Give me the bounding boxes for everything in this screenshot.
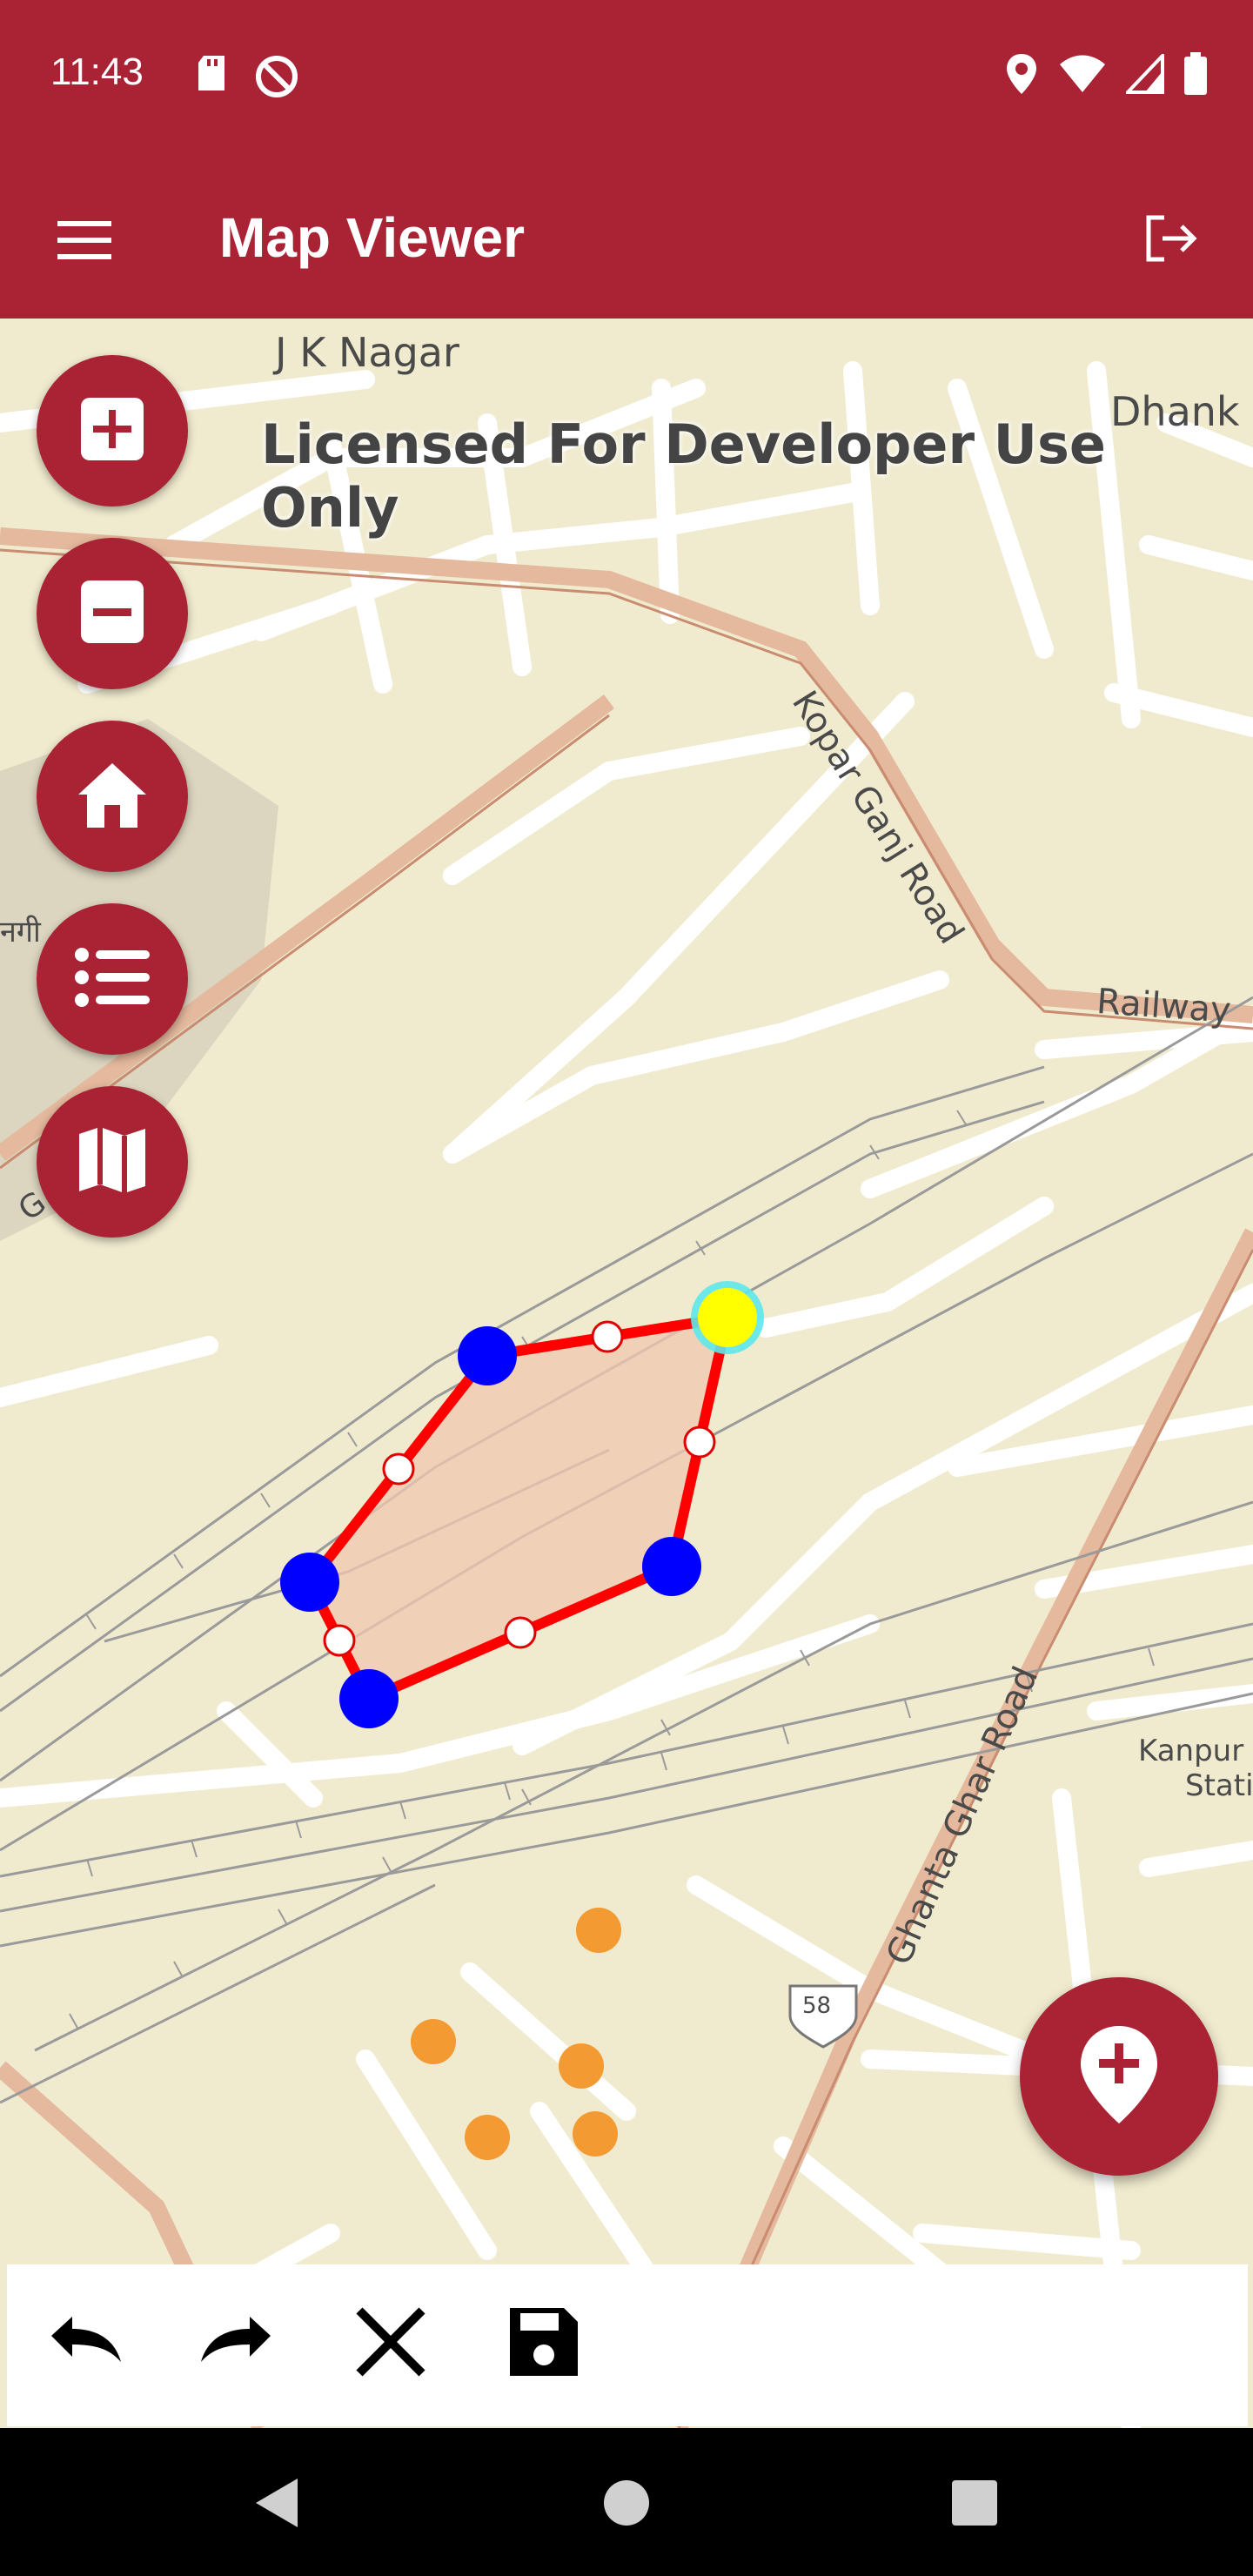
save-icon bbox=[506, 2304, 581, 2384]
recents-icon[interactable] bbox=[938, 2466, 1011, 2539]
midpoint-handle[interactable] bbox=[382, 1452, 415, 1486]
minus-square-icon bbox=[77, 577, 147, 651]
layer-list-button[interactable] bbox=[37, 903, 188, 1055]
map-label-kanpur: Kanpur bbox=[1138, 1734, 1244, 1768]
midpoint-handle[interactable] bbox=[683, 1426, 716, 1459]
undo-icon bbox=[43, 2311, 126, 2377]
wifi-icon bbox=[1058, 54, 1107, 98]
page-title: Map Viewer bbox=[219, 206, 525, 269]
map-view[interactable]: J K Nagar Dhank Kopar Ganj Road Railway … bbox=[0, 319, 1253, 2428]
vertex-handle[interactable] bbox=[280, 1553, 339, 1612]
map-label-left-hindi: नगी bbox=[0, 915, 41, 949]
home-icon bbox=[75, 760, 150, 834]
hamburger-menu-icon[interactable] bbox=[42, 198, 125, 282]
undo-button[interactable] bbox=[37, 2296, 132, 2392]
point-feature[interactable] bbox=[465, 2115, 510, 2160]
sd-card-icon bbox=[195, 54, 230, 104]
vertex-handle[interactable] bbox=[642, 1537, 701, 1596]
midpoint-handle[interactable] bbox=[591, 1320, 624, 1353]
point-feature[interactable] bbox=[411, 2019, 456, 2064]
add-location-icon bbox=[1075, 2023, 1163, 2131]
redo-icon bbox=[196, 2311, 279, 2377]
close-icon bbox=[354, 2305, 427, 2383]
point-feature[interactable] bbox=[576, 1908, 621, 1953]
status-bar: 11:43 bbox=[0, 0, 1253, 148]
basemap-button[interactable] bbox=[37, 1086, 188, 1238]
add-location-button[interactable] bbox=[1020, 1977, 1218, 2176]
map-label-jk-nagar: J K Nagar bbox=[275, 329, 459, 376]
location-icon bbox=[1004, 52, 1039, 100]
midpoint-handle[interactable] bbox=[504, 1616, 537, 1649]
redo-button[interactable] bbox=[190, 2296, 285, 2392]
list-icon bbox=[73, 943, 151, 1016]
home-circle-icon[interactable] bbox=[590, 2466, 663, 2539]
zoom-in-button[interactable] bbox=[37, 355, 188, 506]
battery-icon bbox=[1183, 52, 1208, 100]
map-label-station: Stati bbox=[1185, 1768, 1253, 1803]
app-bar: Map Viewer bbox=[0, 148, 1253, 319]
status-time: 11:43 bbox=[50, 50, 144, 93]
point-features[interactable] bbox=[411, 1908, 621, 2160]
system-nav-bar bbox=[0, 2428, 1253, 2576]
selected-vertex[interactable] bbox=[698, 1288, 757, 1347]
point-feature[interactable] bbox=[573, 2111, 618, 2157]
do-not-disturb-icon bbox=[254, 54, 299, 104]
save-button[interactable] bbox=[496, 2296, 592, 2392]
route-shield-label: 58 bbox=[802, 1993, 832, 2019]
midpoint-handle[interactable] bbox=[323, 1624, 356, 1657]
point-feature[interactable] bbox=[559, 2043, 604, 2089]
back-icon[interactable] bbox=[240, 2466, 313, 2539]
map-icon bbox=[76, 1124, 149, 1201]
plus-square-icon bbox=[77, 394, 147, 468]
home-button[interactable] bbox=[37, 721, 188, 872]
license-watermark: Licensed For Developer Use Only bbox=[261, 413, 1106, 540]
sketch-toolbar bbox=[7, 2264, 1248, 2426]
zoom-out-button[interactable] bbox=[37, 538, 188, 689]
vertex-handle[interactable] bbox=[339, 1669, 399, 1728]
cell-signal-icon bbox=[1123, 51, 1164, 98]
discard-button[interactable] bbox=[343, 2296, 439, 2392]
logout-icon[interactable] bbox=[1128, 197, 1211, 280]
vertex-handle[interactable] bbox=[458, 1326, 517, 1385]
